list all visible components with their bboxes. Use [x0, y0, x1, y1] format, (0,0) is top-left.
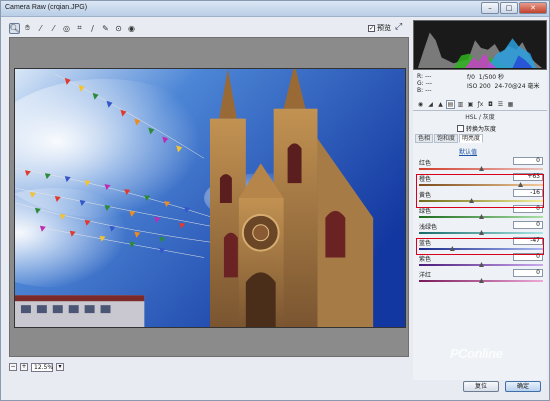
tab-basic-icon[interactable]: ◉ [416, 100, 425, 109]
subtab-saturation[interactable]: 饱和度 [434, 134, 459, 143]
tab-lens-icon[interactable]: ▣ [466, 100, 475, 109]
convert-grayscale-label: 转换为灰度 [466, 126, 497, 133]
slider-label: 紫色 [419, 256, 432, 263]
fullscreen-icon[interactable]: ⤢ [395, 22, 402, 32]
lens-value: 24-70@24 毫米 [494, 83, 540, 90]
window-title: Camera Raw (crqian.JPG) [5, 4, 88, 11]
minimize-button[interactable]: – [481, 2, 499, 14]
highlight-box-orange-yellow [416, 174, 544, 208]
subtab-luminance[interactable]: 明亮度 [459, 134, 484, 143]
image-canvas[interactable] [9, 37, 409, 357]
adjustment-panel: R: --- G: --- B: --- f/0 1/500 秒 ISO 200… [413, 20, 547, 380]
tab-effects-icon[interactable]: ƒx [476, 100, 485, 109]
tool-bar: 🔍︎ ✋︎ ⁄ ⁄ ◎ ⌗ ∕ ✎ ⊙ ◉ [9, 20, 409, 36]
highlight-box-blue [416, 238, 544, 255]
slider-row: 红色 0 [417, 157, 545, 174]
histogram [413, 20, 547, 70]
straighten-icon[interactable]: ∕ [87, 23, 98, 34]
panel-tab-bar: ◉ ◢ ▲ ▤ ▥ ▣ ƒx ◘ ☰ ▦ [413, 99, 547, 111]
g-value: --- [425, 80, 433, 87]
tab-tone-curve-icon[interactable]: ◢ [426, 100, 435, 109]
camera-raw-window: Camera Raw (crqian.JPG) – □ ✕ 🔍︎ ✋︎ ⁄ ⁄ … [0, 0, 550, 401]
footer-buttons: 复位 确定 [463, 381, 541, 392]
watermark: PConline [450, 346, 503, 361]
title-bar: Camera Raw (crqian.JPG) – □ ✕ [1, 1, 549, 17]
spot-removal-icon[interactable]: ⊙ [113, 23, 124, 34]
eyedropper-icon[interactable]: ⁄ [35, 23, 46, 34]
slider-row: 浅绿色 0 [417, 221, 545, 238]
default-link[interactable]: 默认值 [459, 147, 477, 156]
shutter-value: 1/500 秒 [478, 74, 504, 81]
photo-preview [14, 68, 406, 328]
convert-grayscale-checkbox[interactable] [457, 125, 464, 132]
redeye-icon[interactable]: ◉ [126, 23, 137, 34]
preview-toggle[interactable]: ✓ 预览 [368, 23, 391, 33]
slider-value-field[interactable]: 0 [513, 221, 543, 229]
tab-detail-icon[interactable]: ▲ [436, 100, 445, 109]
b-value: --- [425, 87, 432, 94]
zoom-in-button[interactable]: + [20, 363, 28, 371]
aperture-value: f/0 [467, 74, 475, 81]
slider-value-field[interactable]: 0 [513, 157, 543, 165]
tab-snapshots-icon[interactable]: ▦ [506, 100, 515, 109]
slider-label: 红色 [419, 160, 432, 167]
status-bar: − + 12.5% ▾ [9, 361, 409, 373]
info-readout: R: --- G: --- B: --- f/0 1/500 秒 ISO 200… [413, 72, 547, 100]
b-label: B: [417, 87, 424, 94]
iso-value: ISO 200 [467, 83, 491, 90]
slider-label: 洋红 [419, 272, 432, 279]
slider-row: 洋红 0 [417, 269, 545, 286]
tab-presets-icon[interactable]: ☰ [496, 100, 505, 109]
r-value: --- [424, 73, 432, 80]
crop-icon[interactable]: ⌗ [74, 23, 85, 34]
hsl-subtabs: 色相 饱和度 明亮度 [415, 134, 545, 144]
zoom-dropdown-icon[interactable]: ▾ [56, 363, 64, 371]
color-sampler-icon[interactable]: ⁄ [48, 23, 59, 34]
ok-button[interactable]: 确定 [505, 381, 541, 392]
targeted-adjust-icon[interactable]: ◎ [61, 23, 72, 34]
section-title: HSL / 灰度 [465, 114, 495, 121]
convert-grayscale-toggle[interactable]: 转换为灰度 [457, 124, 496, 133]
tab-hsl-icon[interactable]: ▤ [446, 100, 455, 109]
zoom-level-field[interactable]: 12.5% [31, 362, 53, 372]
hand-icon[interactable]: ✋︎ [22, 23, 33, 34]
g-label: G: [417, 80, 424, 87]
preview-label: 预览 [377, 24, 391, 32]
zoom-icon[interactable]: 🔍︎ [9, 22, 20, 34]
slider-label: 浅绿色 [419, 224, 438, 231]
reset-button[interactable]: 复位 [463, 381, 499, 392]
preview-checkbox[interactable]: ✓ [368, 24, 375, 32]
maximize-button[interactable]: □ [500, 2, 518, 14]
slider-row: 紫色 0 [417, 253, 545, 270]
zoom-out-button[interactable]: − [9, 363, 17, 371]
brush-icon[interactable]: ✎ [100, 23, 111, 34]
r-label: R: [417, 73, 424, 80]
tab-split-tone-icon[interactable]: ▥ [456, 100, 465, 109]
subtab-hue[interactable]: 色相 [415, 134, 434, 143]
slider-row: 绿色 0 [417, 205, 545, 222]
close-button[interactable]: ✕ [519, 2, 547, 14]
slider-value-field[interactable]: 0 [513, 269, 543, 277]
tab-camera-calibration-icon[interactable]: ◘ [486, 100, 495, 109]
